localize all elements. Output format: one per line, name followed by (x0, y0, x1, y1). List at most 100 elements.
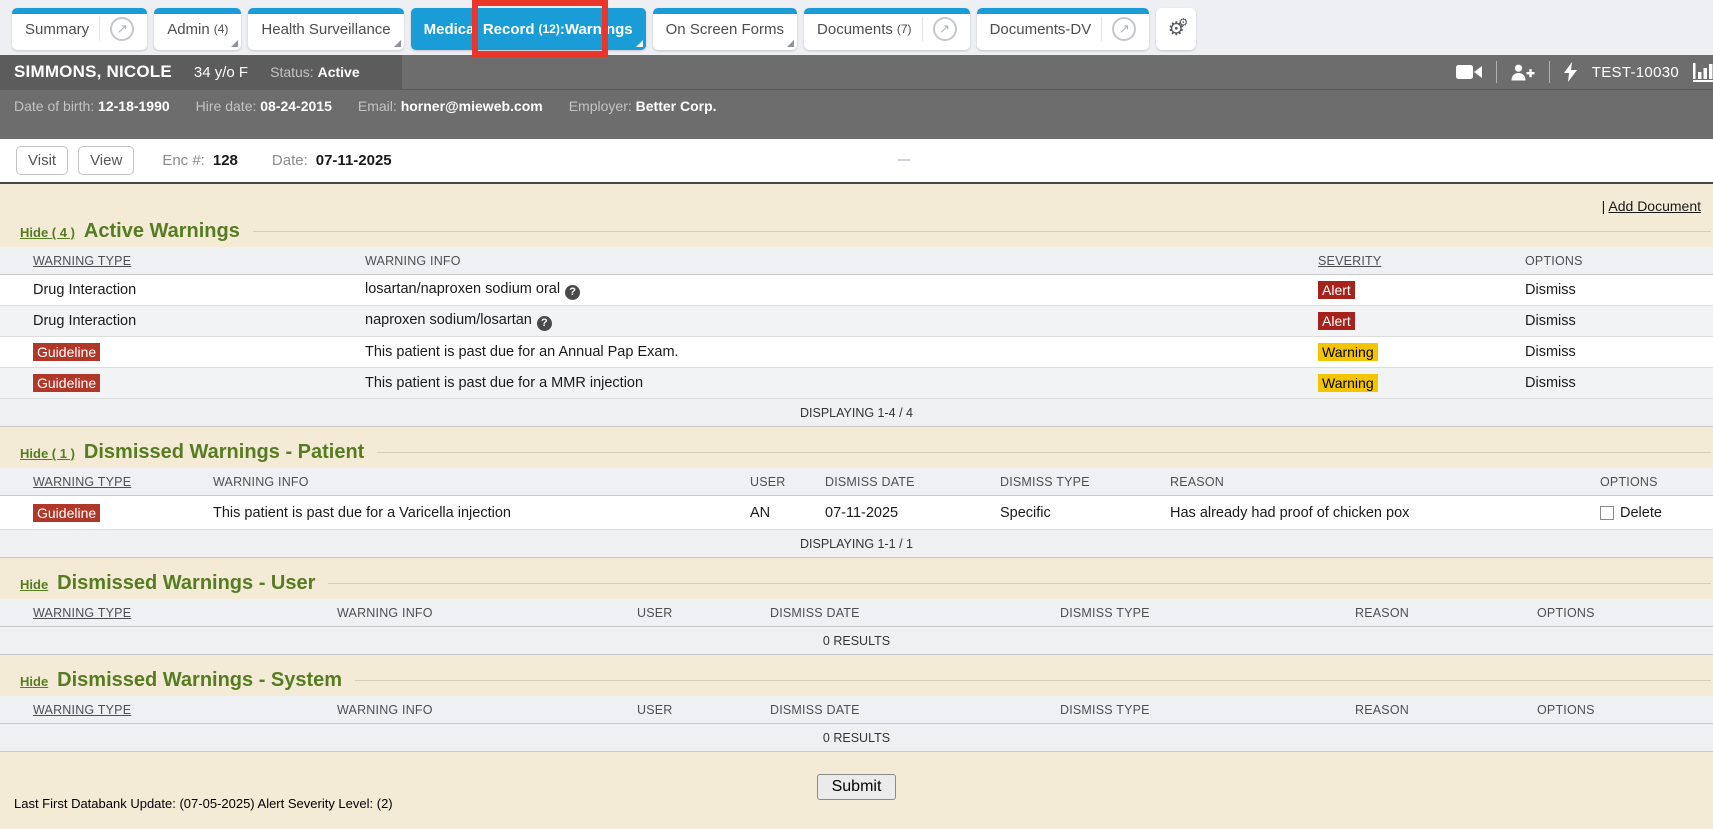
col-dismiss-date: DISMISS DATE (770, 606, 1060, 620)
external-link-icon[interactable]: ↗ (110, 17, 134, 41)
col-warning-info: WARNING INFO (213, 475, 750, 489)
hire-date-value: 08-24-2015 (260, 98, 332, 114)
warning-type-badge: Guideline (33, 374, 100, 392)
col-options: OPTIONS (1600, 475, 1713, 489)
help-icon[interactable]: ? (537, 316, 552, 331)
dropdown-notch-icon (787, 40, 794, 47)
patient-age-sex: 34 y/o F (194, 64, 248, 81)
email-label: Email: (358, 98, 397, 114)
dismissed-system-section-header: Hide Dismissed Warnings - System (0, 669, 1713, 692)
section-rule (355, 680, 1711, 681)
add-document-link[interactable]: Add Document (1608, 198, 1701, 214)
visit-button[interactable]: Visit (16, 146, 68, 175)
encounter-toolbar: Visit View Enc #: 128 Date: 07-11-2025 (0, 139, 1713, 184)
warnings-page: | Add Document Hide ( 4 ) Active Warning… (0, 184, 1713, 829)
flowsheet-chart-icon[interactable] (1693, 63, 1713, 82)
tab-documents-count: (7) (897, 22, 912, 36)
tab-medical-record-label: Medical Record (424, 21, 535, 38)
warning-type-badge: Guideline (33, 504, 100, 522)
dismissed-patient-section-header: Hide ( 1 ) Dismissed Warnings - Patient (0, 441, 1713, 464)
dismiss-link[interactable]: Dismiss (1525, 313, 1713, 329)
col-dismiss-date: DISMISS DATE (825, 475, 1000, 489)
col-options: OPTIONS (1537, 606, 1713, 620)
dropdown-notch-icon (636, 40, 643, 47)
warning-type-badge: Guideline (33, 343, 100, 361)
dismissed-system-header-row: WARNING TYPE WARNING INFO USER DISMISS D… (0, 696, 1713, 724)
status-label: Status: (270, 64, 314, 80)
dismissed-system-title: Dismissed Warnings - System (57, 669, 342, 692)
tab-admin[interactable]: Admin (4) (154, 8, 241, 50)
active-warnings-hide-link[interactable]: Hide ( 4 ) (20, 225, 75, 240)
tab-divider (922, 17, 923, 41)
col-dismiss-type: DISMISS TYPE (1000, 475, 1170, 489)
tab-divider (1101, 17, 1102, 41)
pipe-separator: | (1602, 198, 1606, 214)
col-warning-type[interactable]: WARNING TYPE (33, 703, 337, 717)
dismissed-user-hide-link[interactable]: Hide (20, 577, 48, 592)
tab-summary[interactable]: Summary ↗ (12, 8, 147, 50)
employer-value: Better Corp. (636, 98, 717, 114)
delete-checkbox[interactable] (1600, 506, 1614, 520)
dismissed-patient-hide-link[interactable]: Hide ( 1 ) (20, 446, 75, 461)
dismissed-user-empty-row: 0 RESULTS (0, 627, 1713, 655)
warning-type: Drug Interaction (33, 282, 365, 298)
patient-id: TEST-10030 (1592, 64, 1679, 81)
col-warning-type[interactable]: WARNING TYPE (33, 606, 337, 620)
col-warning-type[interactable]: WARNING TYPE (33, 254, 365, 268)
user-value: AN (750, 505, 825, 521)
tab-medical-record-warnings[interactable]: Medical Record (12) :Warnings (411, 8, 646, 50)
tab-documents-dv[interactable]: Documents-DV ↗ (977, 8, 1150, 50)
add-document-row: | Add Document (0, 198, 1713, 214)
help-icon[interactable]: ? (565, 285, 580, 300)
dropdown-notch-icon (394, 40, 401, 47)
warning-info: naproxen sodium/losartan? (365, 312, 1318, 331)
submit-button[interactable]: Submit (817, 774, 897, 800)
warning-info: This patient is past due for a Varicella… (213, 505, 750, 521)
lightning-bolt-icon[interactable] (1564, 62, 1578, 82)
col-reason: REASON (1170, 475, 1600, 489)
date-label: Date: (272, 152, 308, 169)
external-link-icon[interactable]: ↗ (933, 17, 957, 41)
cursor-artifact (898, 159, 910, 161)
patient-header: SIMMONS, NICOLE 34 y/o F Status: Active (0, 55, 1713, 139)
warning-info: This patient is past due for a MMR injec… (365, 375, 1318, 391)
tab-summary-label: Summary (25, 21, 89, 38)
col-severity[interactable]: SEVERITY (1318, 254, 1525, 268)
dismiss-link[interactable]: Dismiss (1525, 344, 1713, 360)
view-button[interactable]: View (78, 146, 134, 175)
tab-settings-button[interactable]: ⚙ ⚙ (1156, 8, 1196, 50)
dismiss-type-value: Specific (1000, 505, 1170, 521)
tab-health-surveillance[interactable]: Health Surveillance (248, 8, 403, 50)
section-rule (328, 583, 1711, 584)
table-row: Guideline This patient is past due for a… (0, 368, 1713, 399)
dismissed-user-title: Dismissed Warnings - User (57, 572, 315, 595)
col-reason: REASON (1355, 606, 1537, 620)
col-user: USER (637, 606, 770, 620)
dropdown-notch-icon (231, 40, 238, 47)
enc-label: Enc #: (162, 152, 205, 169)
tab-documents[interactable]: Documents (7) ↗ (804, 8, 970, 50)
table-row: Guideline This patient is past due for a… (0, 337, 1713, 368)
col-warning-type[interactable]: WARNING TYPE (33, 475, 213, 489)
warning-info: losartan/naproxen sodium oral? (365, 281, 1318, 300)
severity-badge: Alert (1318, 312, 1355, 330)
tab-on-screen-forms[interactable]: On Screen Forms (653, 8, 797, 50)
severity-badge: Alert (1318, 281, 1355, 299)
tab-on-screen-forms-label: On Screen Forms (666, 21, 784, 38)
dismissed-patient-header-row: WARNING TYPE WARNING INFO USER DISMISS D… (0, 468, 1713, 496)
active-warnings-section-header: Hide ( 4 ) Active Warnings (0, 220, 1713, 243)
col-dismiss-type: DISMISS TYPE (1060, 703, 1355, 717)
dismissed-system-empty-row: 0 RESULTS (0, 724, 1713, 752)
dismiss-link[interactable]: Dismiss (1525, 282, 1713, 298)
external-link-icon[interactable]: ↗ (1112, 17, 1136, 41)
dismissed-system-hide-link[interactable]: Hide (20, 674, 48, 689)
tab-medical-record-suffix: :Warnings (560, 21, 633, 38)
dismiss-link[interactable]: Dismiss (1525, 375, 1713, 391)
video-camera-icon[interactable] (1456, 64, 1482, 80)
patient-name: SIMMONS, NICOLE (14, 62, 172, 82)
add-person-icon[interactable] (1511, 64, 1535, 81)
status-value: Active (318, 64, 360, 80)
tab-divider (99, 17, 100, 41)
dob-label: Date of birth: (14, 98, 94, 114)
tab-health-surveillance-label: Health Surveillance (261, 21, 390, 38)
